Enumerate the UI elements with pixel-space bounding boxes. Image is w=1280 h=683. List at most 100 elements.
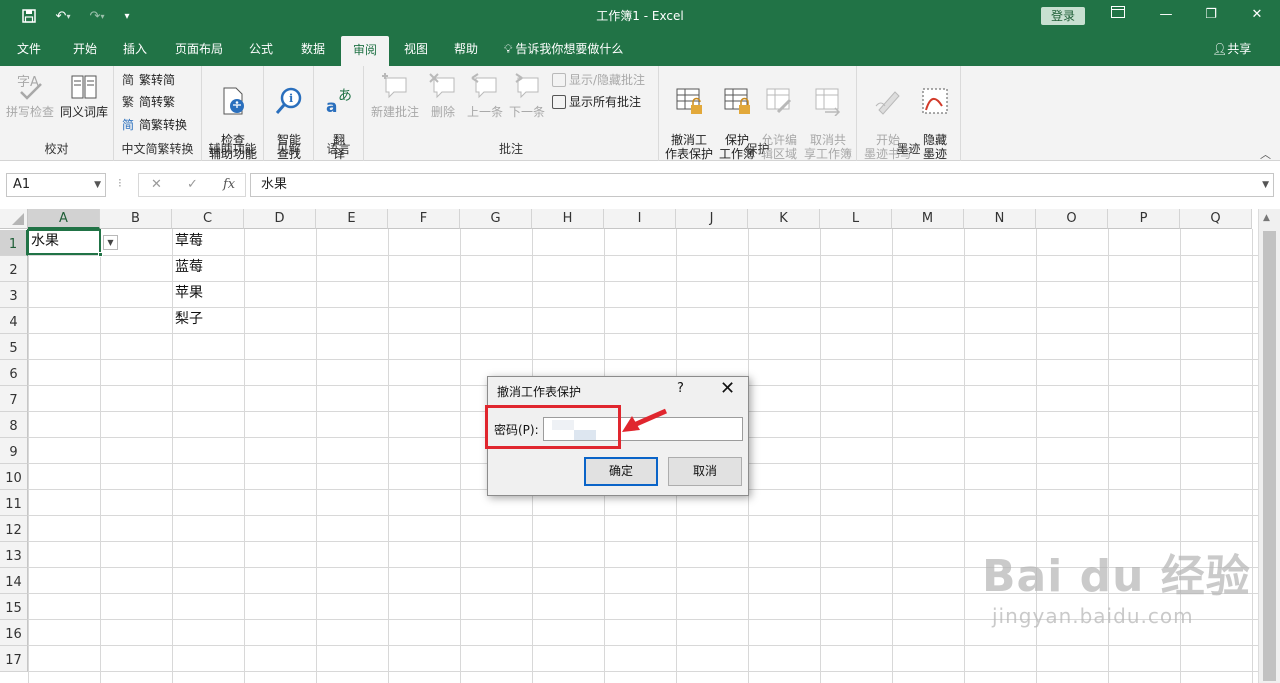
- ribbon-display-icon[interactable]: [1104, 4, 1132, 26]
- translate-icon: aあ: [326, 88, 352, 116]
- dropdown-arrow-icon[interactable]: ▼: [103, 235, 118, 250]
- cell-c4[interactable]: 梨子: [172, 308, 244, 333]
- cell-c2[interactable]: 蓝莓: [172, 256, 244, 281]
- to-simplified-button[interactable]: 简繁转简: [122, 71, 175, 89]
- simplified-icon: 简: [122, 73, 135, 87]
- collapse-ribbon-icon[interactable]: ︿: [1260, 146, 1271, 162]
- ok-button[interactable]: 确定: [584, 457, 658, 486]
- tab-home[interactable]: 开始: [64, 32, 106, 66]
- group-label-ink: 墨迹: [896, 142, 921, 156]
- formula-buttons: ✕ ✓ fx: [138, 173, 246, 197]
- restore-icon[interactable]: ❐: [1197, 4, 1225, 26]
- group-protect: 撤消工 作表保护 保护 工作簿 允许编 辑区域 取消共 享工作簿 保护: [659, 66, 857, 161]
- new-comment-icon: [382, 73, 407, 99]
- share-label: 共享: [1227, 42, 1252, 56]
- group-accessibility: 检查 辅助功能 辅助功能: [202, 66, 264, 161]
- enter-entry-icon[interactable]: ✓: [187, 177, 198, 192]
- insert-function-icon[interactable]: fx: [223, 177, 235, 192]
- next-comment-label: 下一条: [508, 105, 545, 119]
- group-proofing: 字A 拼写检查 同义词库 校对: [0, 66, 114, 161]
- spelling-label: 拼写检查: [5, 105, 54, 119]
- unprotect-sheet-icon: [676, 88, 702, 114]
- highlight-box: [485, 405, 621, 449]
- next-comment-icon: [515, 73, 539, 99]
- cancel-button[interactable]: 取消: [668, 457, 742, 486]
- show-all-comments-button[interactable]: 显示所有批注: [552, 93, 641, 111]
- ribbon-tabs: 文件 开始 插入 页面布局 公式 数据 审阅 视图 帮助 💡︎ 告诉我你想要做什么…: [0, 32, 1280, 66]
- show-hide-comment-label: 显示/隐藏批注: [569, 73, 646, 87]
- book-icon: [71, 75, 97, 99]
- traditional-icon: 繁: [122, 95, 135, 109]
- show-all-comments-label: 显示所有批注: [569, 95, 642, 109]
- new-comment-button[interactable]: 新建批注: [368, 72, 422, 119]
- share-button[interactable]: 👤︎共享: [1212, 32, 1251, 66]
- minimize-icon[interactable]: —: [1152, 4, 1180, 26]
- to-traditional-label: 简转繁: [139, 95, 176, 109]
- svg-text:a: a: [326, 97, 337, 116]
- formula-value: 水果: [261, 177, 288, 192]
- group-label-accessibility: 辅助功能: [208, 142, 257, 156]
- person-icon: 👤︎: [1212, 42, 1228, 56]
- help-button[interactable]: ?: [677, 381, 684, 396]
- dialog-title: 撤消工作表保护: [497, 385, 582, 399]
- tab-view[interactable]: 视图: [396, 32, 436, 66]
- tell-me-search[interactable]: 💡︎ 告诉我你想要做什么: [504, 32, 623, 66]
- dialog-close-icon[interactable]: ✕: [720, 378, 735, 399]
- formula-input[interactable]: 水果 ▼: [250, 173, 1274, 197]
- thesaurus-label: 同义词库: [59, 105, 108, 119]
- group-language: aあ 翻 译 语言: [314, 66, 364, 161]
- formula-bar: A1 ▼ ⁝ ✕ ✓ fx 水果 ▼: [0, 162, 1280, 206]
- group-label-chinese: 中文简繁转换: [121, 142, 194, 156]
- show-hide-comment-button[interactable]: 显示/隐藏批注: [552, 71, 645, 89]
- cell-c3[interactable]: 苹果: [172, 282, 244, 307]
- login-button[interactable]: 登录: [1041, 7, 1085, 25]
- tab-help[interactable]: 帮助: [446, 32, 486, 66]
- chevron-down-icon[interactable]: ▼: [94, 174, 101, 196]
- name-box-value: A1: [13, 177, 31, 192]
- expand-formula-icon[interactable]: ▼: [1262, 174, 1269, 196]
- baidu-watermark: Bai du 经验 jingyan.baidu.com: [982, 540, 1251, 628]
- cancel-entry-icon[interactable]: ✕: [151, 177, 162, 192]
- cell-c1[interactable]: 草莓: [172, 230, 244, 255]
- accessibility-icon: [223, 87, 244, 115]
- tab-page-layout[interactable]: 页面布局: [168, 32, 230, 66]
- tab-data[interactable]: 数据: [292, 32, 334, 66]
- tab-formulas[interactable]: 公式: [240, 32, 282, 66]
- group-label-protect: 保护: [745, 142, 770, 156]
- more-options-icon: ⁝: [118, 176, 122, 190]
- spelling-button[interactable]: 字A 拼写检查: [4, 72, 56, 119]
- group-label-insights: 见解: [276, 142, 301, 156]
- svg-text:i: i: [289, 92, 293, 105]
- to-simplified-label: 繁转简: [139, 73, 176, 87]
- tab-review[interactable]: 审阅: [341, 36, 389, 66]
- previous-comment-label: 上一条: [466, 105, 503, 119]
- previous-comment-button[interactable]: 上一条: [464, 72, 506, 119]
- chinese-convert-button[interactable]: 简简繁转换: [122, 116, 187, 134]
- fill-handle[interactable]: [98, 252, 103, 257]
- vertical-scrollbar[interactable]: ▲: [1258, 209, 1280, 683]
- tell-me-label: 告诉我你想要做什么: [515, 42, 624, 56]
- svg-text:あ: あ: [338, 88, 352, 104]
- tab-file[interactable]: 文件: [10, 32, 48, 66]
- name-box[interactable]: A1 ▼: [6, 173, 106, 197]
- smart-lookup-icon: i: [275, 87, 302, 114]
- group-label-comments: 批注: [498, 142, 523, 156]
- hide-ink-icon: [922, 88, 948, 114]
- next-comment-button[interactable]: 下一条: [506, 72, 548, 119]
- thesaurus-button[interactable]: 同义词库: [58, 72, 110, 119]
- group-ink: 开始 墨迹书写 隐藏 墨迹 墨迹: [857, 66, 961, 161]
- delete-comment-label: 删除: [430, 105, 455, 119]
- group-label-proofing: 校对: [44, 142, 69, 156]
- red-arrow-icon: [622, 408, 668, 432]
- to-traditional-button[interactable]: 繁简转繁: [122, 93, 175, 111]
- title-bar: ↶ ▾ ↷ ▾ ▾ 工作簿1 - Excel 登录 — ❐ ✕: [0, 0, 1280, 32]
- spelling-icon: 字A: [17, 75, 42, 100]
- scroll-up-icon[interactable]: ▲: [1263, 213, 1270, 223]
- close-icon[interactable]: ✕: [1243, 4, 1271, 26]
- group-insights: i 智能 查找 见解: [264, 66, 314, 161]
- delete-comment-button[interactable]: 删除: [424, 72, 462, 119]
- ribbon-review: 字A 拼写检查 同义词库 校对 简繁转简 繁简转繁 简简繁转换 中文简繁转换 检…: [0, 66, 1280, 161]
- tab-insert[interactable]: 插入: [114, 32, 156, 66]
- scrollbar-thumb[interactable]: [1263, 231, 1276, 681]
- window-title: 工作簿1 - Excel: [596, 9, 684, 23]
